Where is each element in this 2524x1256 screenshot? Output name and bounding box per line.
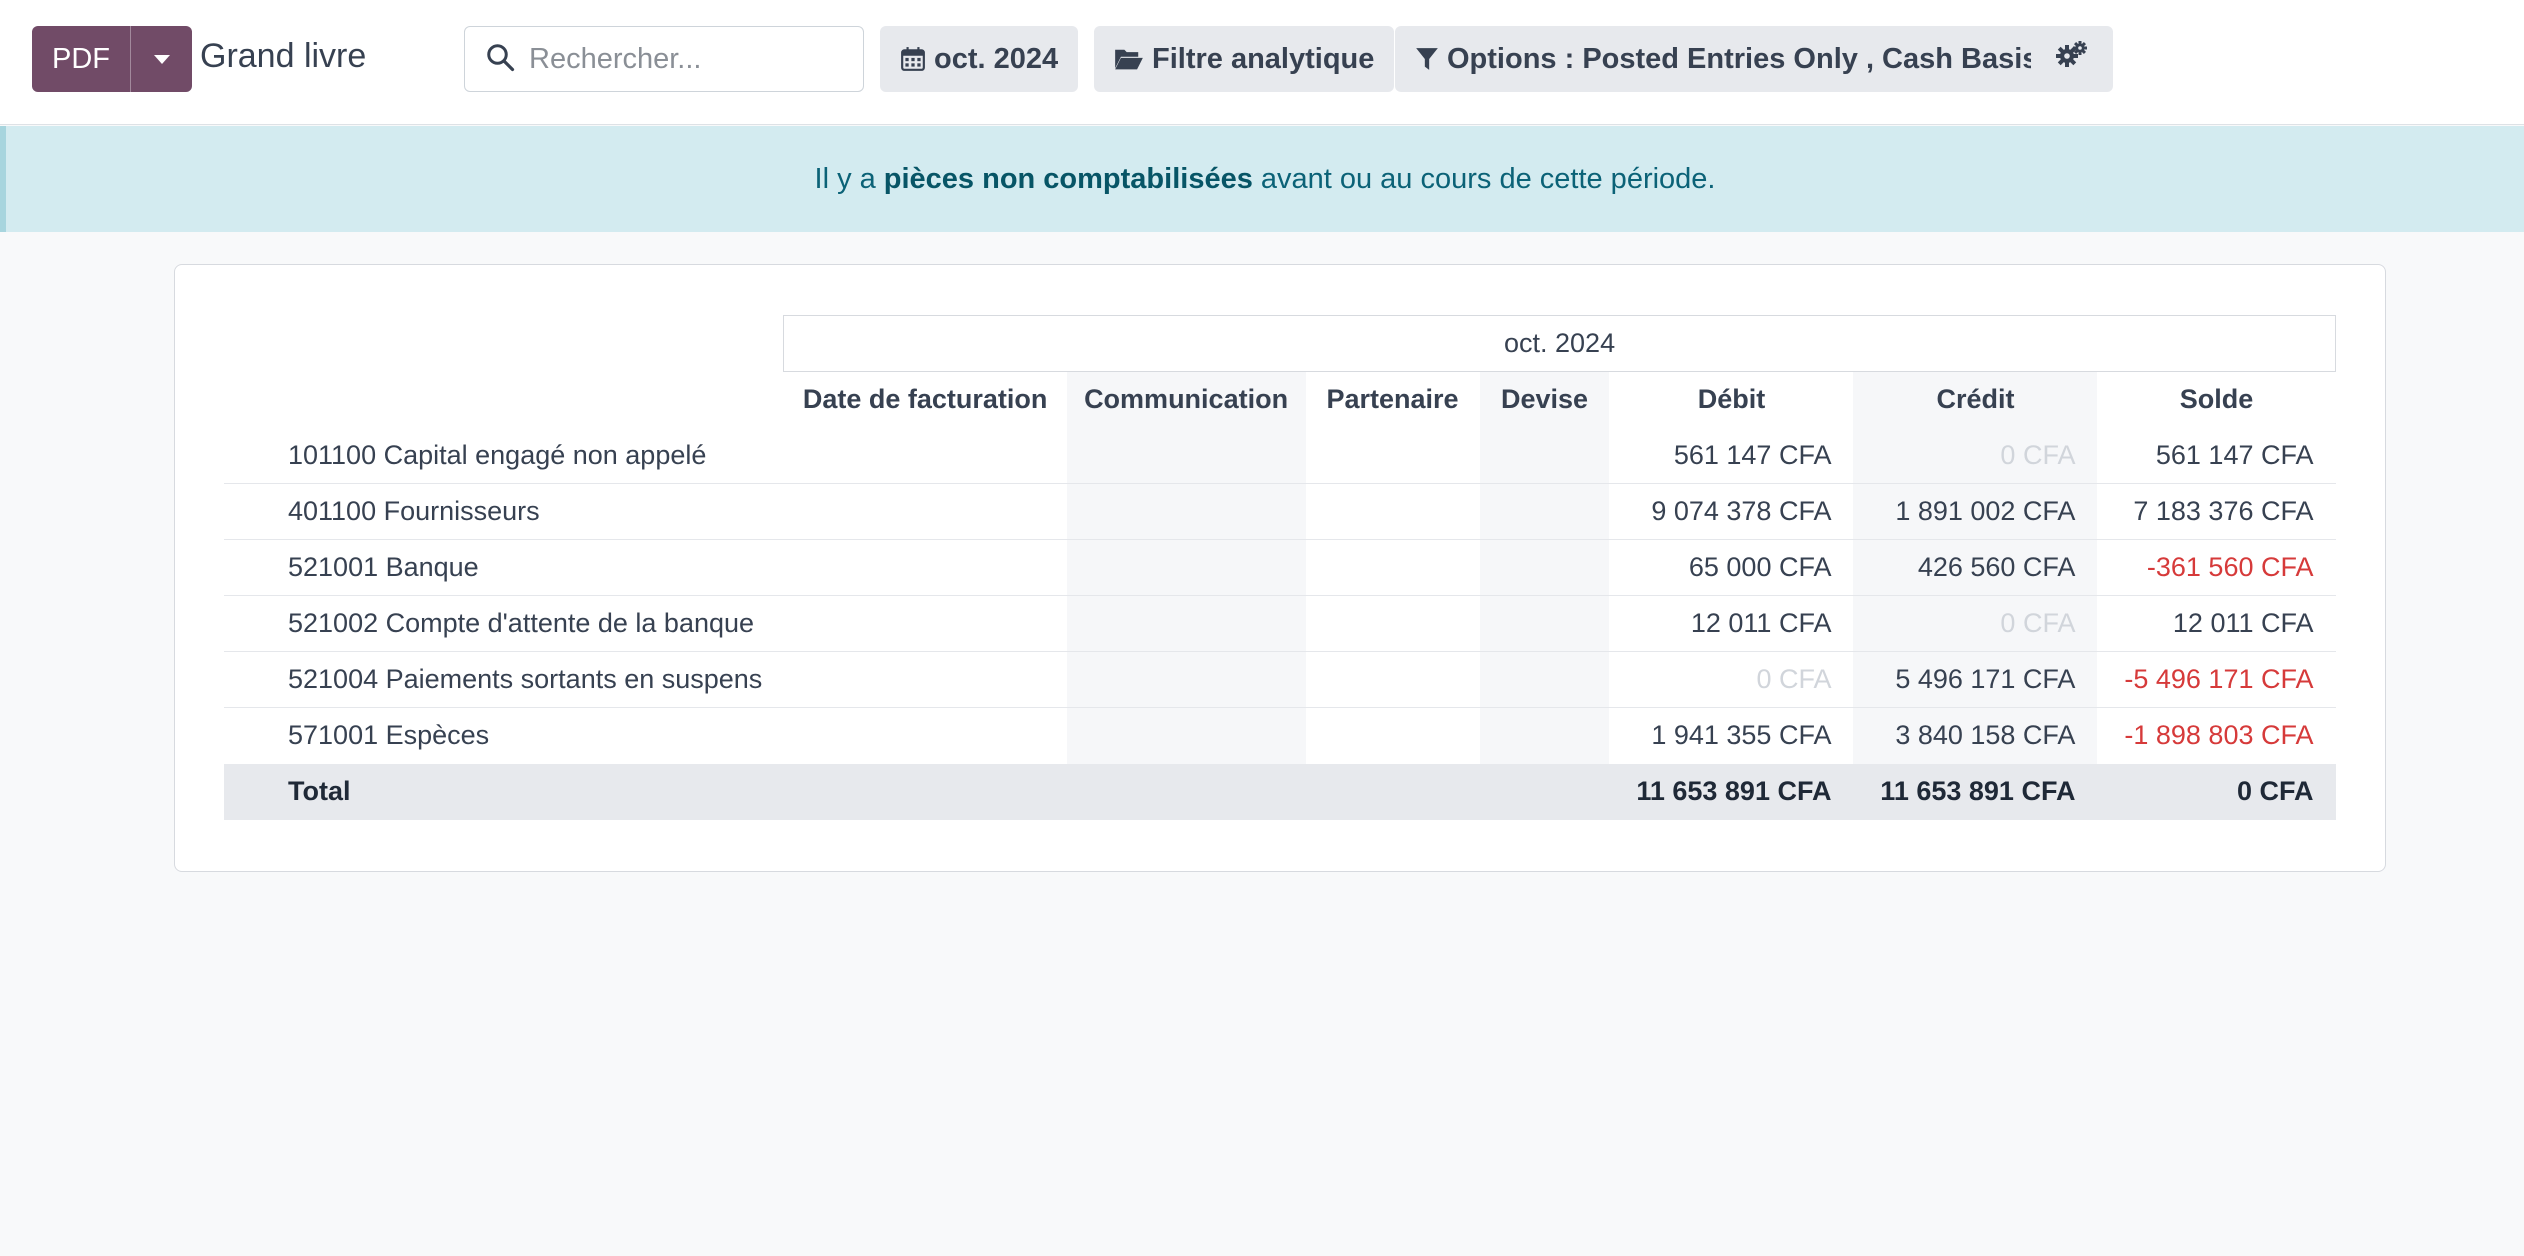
date-filter-label: oct. 2024	[934, 42, 1059, 75]
search-icon	[485, 42, 515, 77]
options-filter-label: Options : Posted Entries Only , Cash Bas…	[1447, 42, 2039, 75]
table-row[interactable]: 521002 Compte d'attente de la banque 12 …	[224, 595, 2336, 652]
credit-cell: 0 CFA	[1853, 595, 2098, 652]
col-communication[interactable]: Communication	[1066, 371, 1306, 428]
col-invoice-date[interactable]: Date de facturation	[784, 372, 1067, 428]
credit-cell: 0 CFA	[1853, 427, 2098, 484]
account-name[interactable]: 571001 Espèces	[224, 707, 1067, 764]
analytic-filter-button[interactable]: Filtre analytique	[1094, 26, 1395, 92]
col-partner[interactable]: Partenaire	[1306, 372, 1480, 428]
unposted-entries-banner: Il y a pièces non comptabilisées avant o…	[0, 126, 2524, 232]
table-row[interactable]: 571001 Espèces 1 941 355 CFA 3 840 158 C…	[224, 707, 2336, 764]
period-header: oct. 2024	[783, 315, 2336, 372]
table-row[interactable]: 521004 Paiements sortants en suspens 0 C…	[224, 651, 2336, 708]
credit-cell: 1 891 002 CFA	[1853, 483, 2098, 540]
col-balance[interactable]: Solde	[2097, 372, 2335, 428]
balance-cell: 561 147 CFA	[2155, 439, 2314, 470]
total-label: Total	[224, 763, 1067, 820]
gears-icon	[2056, 41, 2088, 77]
pdf-button-group: PDF	[32, 26, 192, 92]
folder-open-icon	[1114, 46, 1144, 72]
account-name[interactable]: 521001 Banque	[224, 539, 1067, 596]
page-title: Grand livre	[200, 37, 367, 75]
table-row[interactable]: 401100 Fournisseurs 9 074 378 CFA 1 891 …	[224, 483, 2336, 540]
total-debit: 11 653 891 CFA	[1609, 763, 1854, 820]
table-row[interactable]: 101100 Capital engagé non appelé 561 147…	[224, 427, 2336, 484]
options-filter-button[interactable]: Options : Posted Entries Only , Cash Bas…	[1395, 26, 2059, 92]
banner-prefix: Il y a	[814, 162, 876, 195]
control-panel: PDF Grand livre oct. 2024 Filtre analyti…	[0, 0, 2524, 125]
debit-cell: 12 011 CFA	[1609, 595, 1854, 652]
date-filter-button[interactable]: oct. 2024	[880, 26, 1079, 92]
col-currency[interactable]: Devise	[1479, 371, 1610, 428]
report-card: oct. 2024 Date de facturation Communicat…	[174, 264, 2386, 872]
search-box[interactable]	[464, 26, 864, 92]
account-header	[224, 372, 784, 428]
caret-down-icon	[153, 54, 170, 64]
account-name[interactable]: 521002 Compte d'attente de la banque	[224, 595, 1067, 652]
col-credit[interactable]: Crédit	[1853, 371, 2098, 428]
col-debit[interactable]: Débit	[1609, 372, 1853, 428]
debit-cell: 1 941 355 CFA	[1609, 707, 1854, 764]
total-credit: 11 653 891 CFA	[1853, 763, 2098, 820]
general-ledger-table: oct. 2024 Date de facturation Communicat…	[224, 315, 2336, 820]
credit-cell: 426 560 CFA	[1853, 539, 2098, 596]
debit-cell: 9 074 378 CFA	[1609, 483, 1854, 540]
credit-cell: 5 496 171 CFA	[1853, 651, 2098, 708]
total-balance: 0 CFA	[2097, 763, 2336, 820]
settings-button[interactable]	[2031, 26, 2113, 92]
calendar-icon	[900, 46, 926, 72]
account-name[interactable]: 101100 Capital engagé non appelé	[224, 428, 1067, 484]
balance-cell: -1 898 803 CFA	[2097, 707, 2336, 764]
balance-cell: 12 011 CFA	[2097, 595, 2336, 652]
balance-cell: 7 183 376 CFA	[2097, 483, 2336, 540]
pdf-dropdown-toggle[interactable]	[130, 26, 192, 92]
filter-icon	[1415, 46, 1439, 72]
balance-cell: -361 560 CFA	[2097, 539, 2336, 596]
credit-cell: 3 840 158 CFA	[1853, 707, 2098, 764]
debit-cell: 0 CFA	[1609, 651, 1854, 708]
header-spacer	[224, 316, 784, 372]
debit-cell: 561 147 CFA	[1673, 439, 1832, 470]
account-name[interactable]: 521004 Paiements sortants en suspens	[224, 651, 1067, 708]
total-row: Total 11 653 891 CFA 11 653 891 CFA 0 CF…	[224, 763, 2336, 820]
banner-suffix: avant ou au cours de cette période.	[1260, 162, 1716, 195]
unposted-entries-link[interactable]: pièces non comptabilisées	[884, 163, 1253, 196]
search-input[interactable]	[529, 42, 849, 76]
pdf-button[interactable]: PDF	[32, 26, 130, 92]
balance-cell: -5 496 171 CFA	[2097, 651, 2336, 708]
analytic-filter-label: Filtre analytique	[1152, 42, 1375, 75]
account-name[interactable]: 401100 Fournisseurs	[224, 483, 1067, 540]
table-row[interactable]: 521001 Banque 65 000 CFA 426 560 CFA -36…	[224, 539, 2336, 596]
debit-cell: 65 000 CFA	[1609, 539, 1854, 596]
